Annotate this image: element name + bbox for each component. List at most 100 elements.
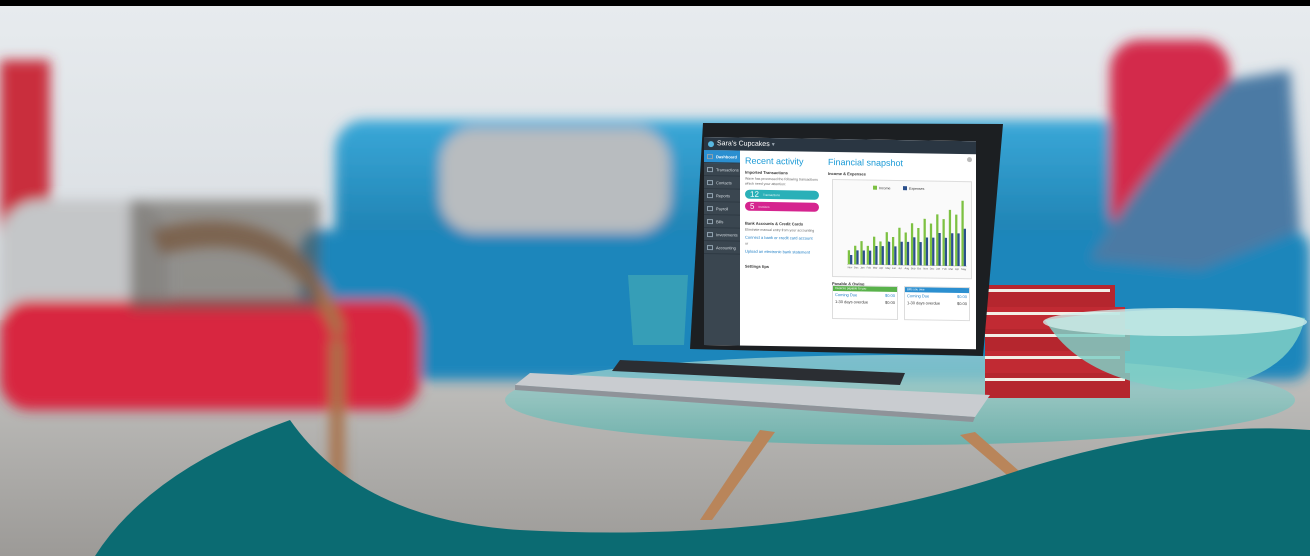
reports-icon	[707, 192, 713, 198]
sidebar: Dashboard Transactions Contacts Reports …	[704, 150, 740, 346]
laptop-screen: Sara's Cupcakes ▾ Dashboard Transactions…	[704, 137, 976, 350]
nav-label: Investments	[716, 231, 738, 238]
invoices-box: Invoices payable to you Coming Due $0.00 …	[832, 285, 898, 321]
x-tick-label: Apr	[955, 267, 959, 271]
bar-income[interactable]	[873, 236, 876, 265]
bar-expenses[interactable]	[944, 237, 948, 266]
x-tick-label: Apr	[879, 266, 883, 270]
upload-statement-link[interactable]: Upload an electronic bank statement	[745, 249, 819, 255]
x-tick-label: Oct	[917, 266, 921, 270]
bar-expenses[interactable]	[875, 246, 878, 265]
company-name[interactable]: Sara's Cupcakes	[717, 140, 770, 148]
x-tick-label: Jan	[860, 265, 865, 269]
financial-snapshot-title: Financial snapshot	[828, 156, 904, 169]
bar-expenses[interactable]	[951, 233, 954, 266]
nav-payroll[interactable]: Payroll	[704, 202, 740, 216]
legend-label-expenses: Expenses	[909, 187, 925, 191]
bar-expenses[interactable]	[850, 254, 853, 265]
bar-income[interactable]	[910, 223, 914, 266]
bar-income[interactable]	[936, 214, 939, 266]
bar-income[interactable]	[866, 245, 869, 265]
bank-text: Eliminate manual entry from your account…	[745, 227, 815, 233]
x-tick-label: Jul	[898, 266, 902, 270]
nav-accounting[interactable]: Accounting	[704, 241, 740, 255]
bar-expenses[interactable]	[856, 250, 859, 265]
bar-expenses[interactable]	[894, 246, 897, 266]
bar-expenses[interactable]	[925, 237, 929, 266]
x-tick-label: Dec	[854, 265, 859, 269]
pill-count: 5	[750, 201, 755, 211]
overdue-label: 1-30 days overdue	[907, 300, 941, 306]
bar-expenses[interactable]	[881, 246, 884, 265]
transactions-icon	[707, 166, 713, 172]
invoices-pill[interactable]: 5 Invoices	[745, 201, 819, 212]
bar-income[interactable]	[904, 232, 907, 266]
recent-activity-title: Recent activity	[745, 155, 804, 167]
bar-expenses[interactable]	[932, 237, 935, 266]
payable-owing-section: Payable & Owing Invoices payable to you …	[828, 277, 973, 322]
contacts-icon	[707, 179, 713, 185]
bar-income[interactable]	[961, 200, 964, 267]
bar-income[interactable]	[898, 227, 901, 266]
bills-box: Bills you owe Coming Due $0.00 1-30 days …	[904, 286, 970, 322]
nav-label: Accounting	[716, 244, 736, 250]
bills-icon	[707, 218, 713, 224]
x-tick-label: Feb	[867, 266, 872, 270]
coming-due-value: $0.00	[956, 293, 967, 300]
bar-expenses[interactable]	[887, 241, 891, 265]
bar-income[interactable]	[847, 250, 851, 265]
x-tick-label: Mar	[873, 266, 878, 270]
legend-swatch-expenses	[903, 186, 907, 191]
bar-expenses[interactable]	[963, 228, 966, 267]
bar-income[interactable]	[879, 241, 882, 265]
x-tick-label: May	[886, 266, 892, 270]
chevron-down-icon[interactable]: ▾	[772, 141, 775, 148]
x-tick-label: Jun	[892, 266, 897, 270]
bar-income[interactable]	[917, 228, 920, 266]
transactions-pill[interactable]: 12 Transactions	[745, 189, 819, 200]
nav-label: Bills	[716, 218, 724, 224]
nav-transactions[interactable]: Transactions	[704, 163, 740, 177]
nav-reports[interactable]: Reports	[704, 189, 740, 203]
bar-income[interactable]	[942, 219, 945, 266]
accounting-icon	[707, 244, 713, 250]
bar-expenses[interactable]	[957, 233, 960, 267]
bar-income[interactable]	[948, 209, 952, 266]
x-tick-label: Feb	[942, 267, 947, 271]
bar-expenses[interactable]	[900, 241, 903, 266]
app-logo-icon	[708, 140, 714, 147]
pill-label: Transactions	[762, 192, 780, 197]
overdue-row: 1-30 days overdue $0.00	[833, 298, 897, 306]
bar-expenses[interactable]	[913, 237, 916, 266]
bar-expenses[interactable]	[919, 242, 922, 266]
connect-bank-link[interactable]: Connect a bank or credit card account	[745, 235, 819, 241]
bar-income[interactable]	[885, 232, 888, 265]
bar-income[interactable]	[891, 236, 895, 265]
x-tick-label: Aug	[904, 266, 909, 270]
imported-heading: Imported Transactions	[745, 169, 788, 176]
x-tick-label: Jan	[936, 267, 941, 271]
bar-income[interactable]	[955, 214, 958, 266]
bar-income[interactable]	[854, 245, 857, 265]
bar-expenses[interactable]	[862, 250, 865, 265]
bar-expenses[interactable]	[906, 241, 910, 266]
coming-due-value: $0.00	[884, 292, 895, 299]
nav-bills[interactable]: Bills	[704, 215, 740, 229]
bar-expenses[interactable]	[868, 250, 872, 265]
pill-count: 12	[750, 189, 759, 199]
x-tick-label: Sep	[911, 266, 916, 270]
nav-dashboard[interactable]: Dashboard	[704, 150, 740, 164]
nav-label: Contacts	[716, 179, 732, 185]
tips-heading: Settings tips	[745, 263, 770, 270]
bar-income[interactable]	[860, 241, 863, 265]
bar-expenses[interactable]	[938, 233, 941, 266]
bar-income[interactable]	[923, 218, 926, 266]
payroll-icon	[707, 205, 713, 211]
nav-investments[interactable]: Investments	[704, 228, 740, 242]
bar-income[interactable]	[929, 223, 933, 266]
x-tick-label: Nov	[923, 266, 928, 270]
overdue-row: 1-30 days overdue $0.00	[905, 299, 969, 307]
imported-text: Wave has processed the following transac…	[745, 176, 818, 187]
nav-contacts[interactable]: Contacts	[704, 176, 740, 190]
overdue-value: $0.00	[956, 300, 967, 307]
